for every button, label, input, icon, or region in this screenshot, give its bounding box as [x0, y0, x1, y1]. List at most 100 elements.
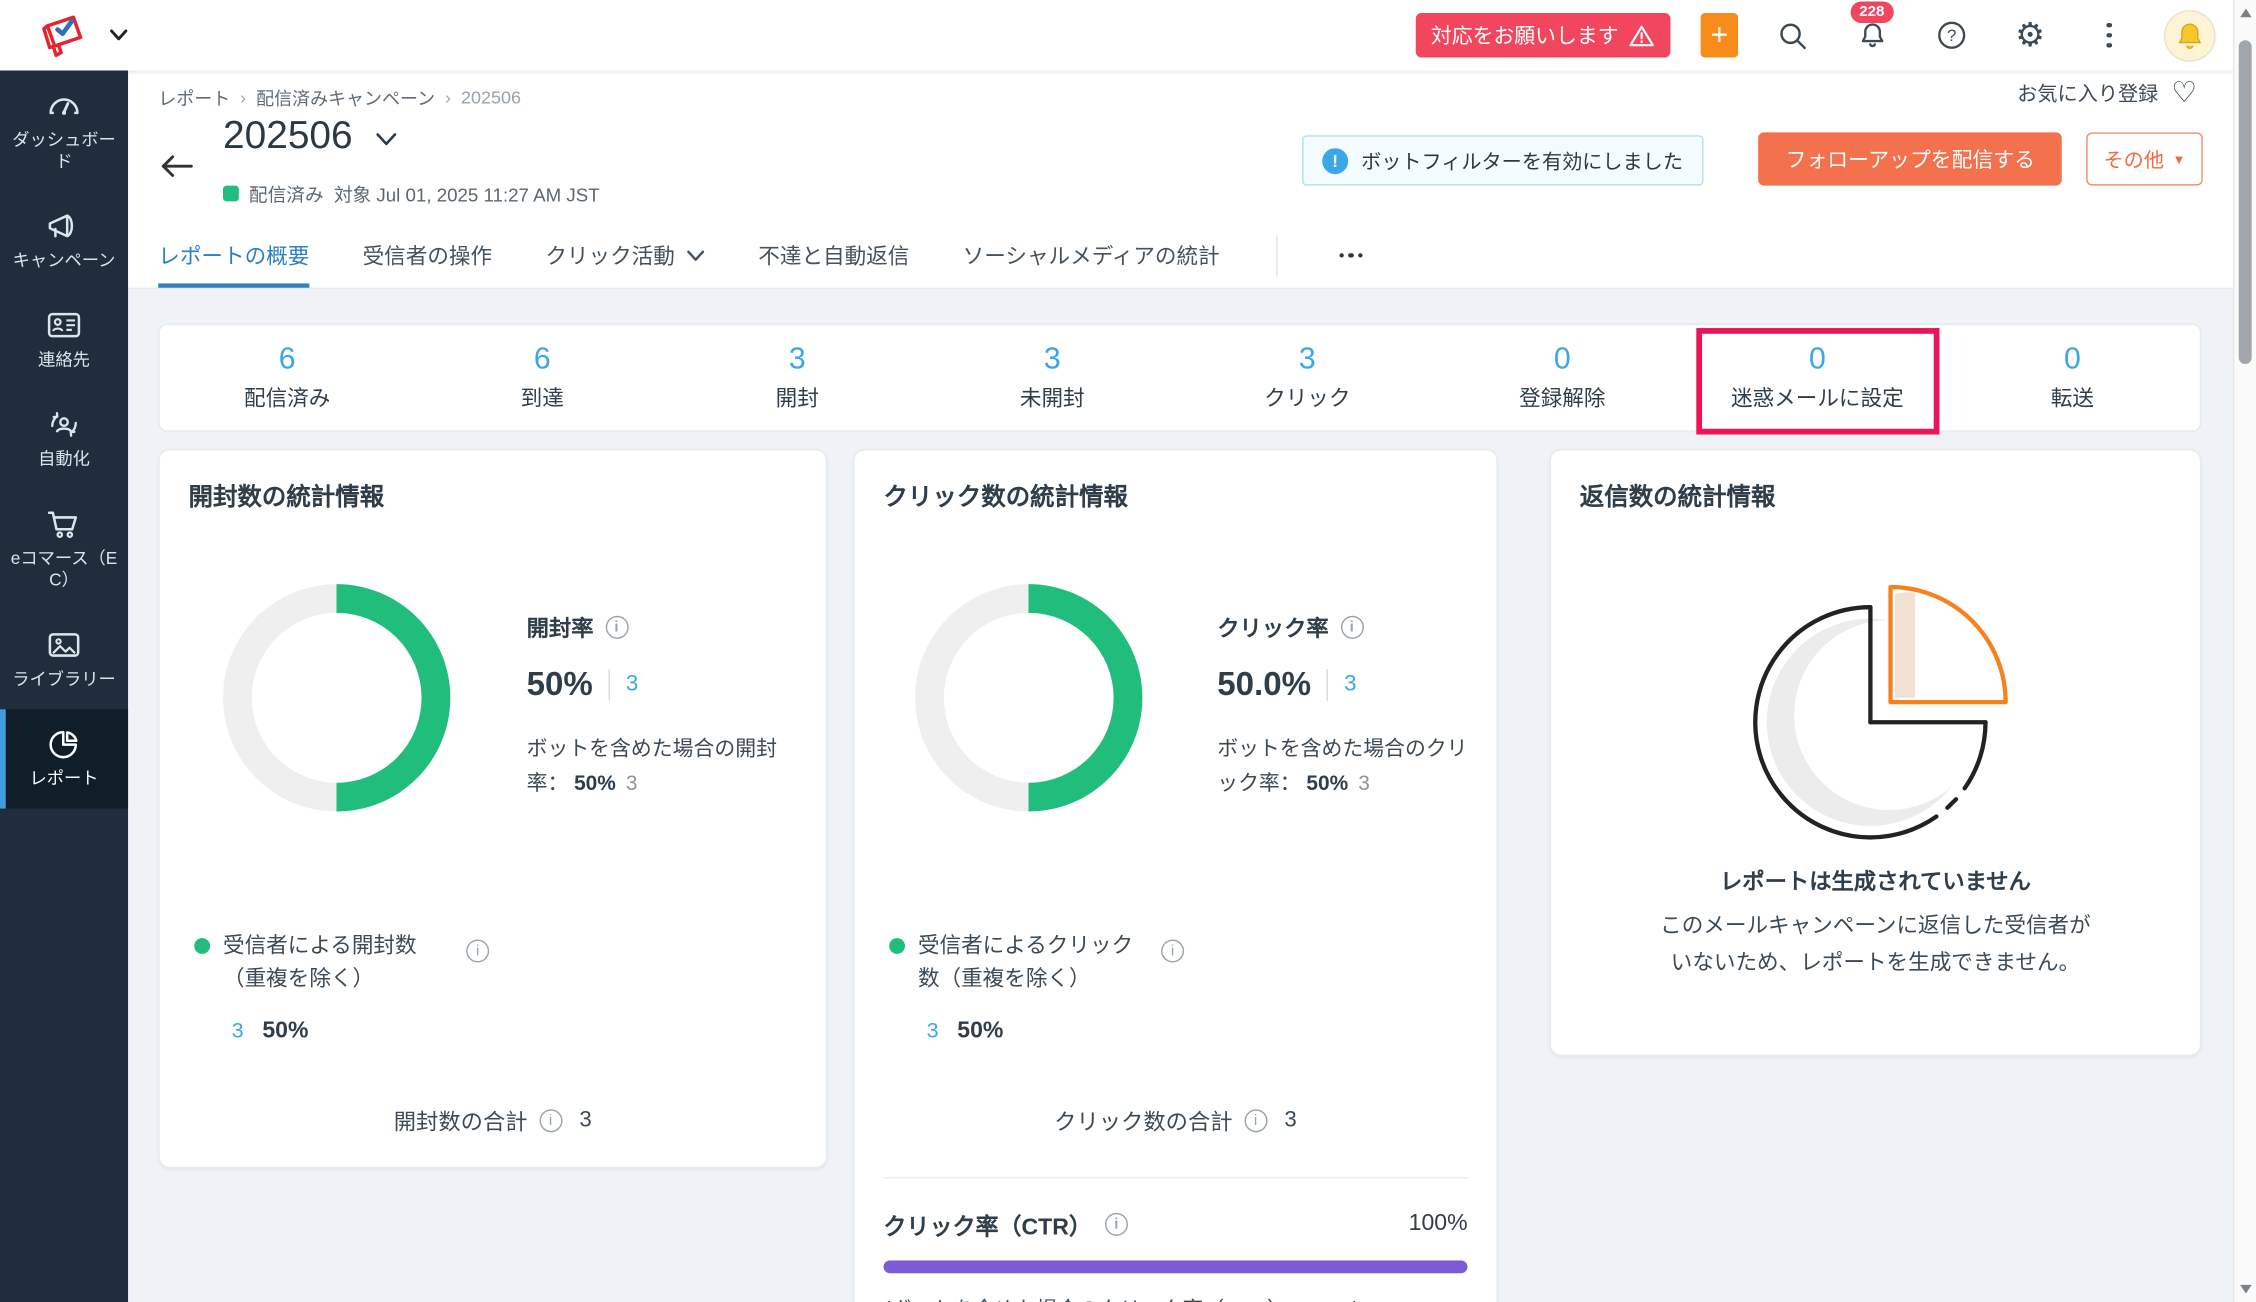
stat-marked-spam[interactable]: 0 迷惑メールに設定 — [1690, 325, 1945, 430]
sidebar-item-campaigns[interactable]: キャンペーン — [0, 191, 128, 290]
info-icon[interactable]: i — [1161, 940, 1184, 963]
sidebar-item-reports[interactable]: レポート — [0, 709, 128, 808]
action-required-label: 対応をお願いします — [1431, 20, 1619, 50]
click-rate-value: 50.0% — [1217, 665, 1311, 704]
opens-legend: 受信者による開封数（重複を除く） — [194, 929, 441, 996]
sidebar-item-contacts[interactable]: 連絡先 — [0, 291, 128, 390]
clicks-legend: 受信者によるクリック数（重複を除く） — [889, 929, 1136, 996]
stat-label: 配信済み — [244, 382, 330, 412]
breadcrumb-separator: › — [445, 87, 451, 107]
total-label: クリック数の合計 — [1054, 1105, 1232, 1137]
tab-bounces-autoreplies[interactable]: 不達と自動返信 — [758, 223, 909, 288]
breadcrumb-separator: › — [240, 87, 246, 107]
ctr-row: クリック率（CTR） i 100% — [883, 1207, 1467, 1242]
contact-card-icon — [45, 308, 84, 343]
shopping-cart-icon — [45, 506, 84, 541]
stat-forwarded[interactable]: 0 転送 — [1945, 325, 2200, 430]
empty-report-pie-illustration — [1734, 568, 2022, 844]
stat-label: 迷惑メールに設定 — [1731, 382, 1904, 412]
legend-label: 受信者によるクリック数（重複を除く） — [918, 929, 1137, 996]
total-label: 開封数の合計 — [394, 1105, 528, 1137]
open-count-link[interactable]: 3 — [626, 671, 638, 697]
stat-value: 0 — [1809, 343, 1826, 378]
stat-value: 0 — [1554, 343, 1571, 378]
status-label: 配信済み — [249, 180, 324, 207]
info-icon[interactable]: i — [466, 940, 489, 963]
user-avatar[interactable] — [2164, 9, 2216, 61]
breadcrumb-sent-campaigns[interactable]: 配信済みキャンペーン — [256, 83, 435, 110]
title-chevron-down-icon[interactable] — [376, 132, 398, 146]
stat-label: 到達 — [521, 382, 564, 412]
favorite-heart-icon[interactable]: ♡ — [2171, 79, 2197, 108]
info-icon[interactable]: i — [539, 1109, 562, 1132]
other-actions-button[interactable]: その他 ▼ — [2086, 132, 2203, 185]
sidebar-item-dashboard[interactable]: ダッシュボード — [0, 71, 128, 192]
svg-text:?: ? — [1946, 26, 1955, 45]
opens-total-row: 開封数の合計 i 3 — [160, 1105, 826, 1137]
more-options-kebab-icon[interactable] — [2085, 11, 2134, 60]
stat-reached[interactable]: 6 到達 — [415, 325, 670, 430]
sidebar-item-ecommerce[interactable]: eコマース（EC） — [0, 489, 128, 610]
tab-click-activity[interactable]: クリック活動 — [545, 223, 705, 288]
back-arrow-icon[interactable] — [160, 154, 195, 178]
sidebar-label: eコマース（EC） — [10, 548, 118, 591]
sidebar-item-automation[interactable]: 自動化 — [0, 390, 128, 489]
pie-chart-icon — [45, 727, 84, 762]
breadcrumb: レポート › 配信済みキャンペーン › 202506 — [158, 83, 521, 110]
brand-logo-icon[interactable] — [32, 10, 101, 62]
tab-report-overview[interactable]: レポートの概要 — [158, 223, 309, 288]
legend-count-link[interactable]: 3 — [927, 1019, 939, 1043]
breadcrumb-reports[interactable]: レポート — [158, 83, 230, 110]
scrollbar-down-arrow-icon[interactable] — [2240, 1285, 2252, 1294]
scrollbar-thumb[interactable] — [2239, 40, 2252, 364]
info-icon[interactable]: i — [605, 616, 628, 639]
scrollbar-up-arrow-icon[interactable] — [2240, 9, 2252, 18]
ctr-value: 100% — [1409, 1211, 1468, 1237]
legend-label: 受信者による開封数（重複を除く） — [223, 929, 442, 996]
tab-social-media-stats[interactable]: ソーシャルメディアの統計 — [963, 223, 1220, 288]
action-required-button[interactable]: 対応をお願いします — [1415, 13, 1670, 58]
sidebar-label: 自動化 — [10, 449, 118, 471]
campaign-name: 202506 — [223, 114, 353, 159]
stat-label: 登録解除 — [1519, 382, 1605, 412]
stat-label: 転送 — [2051, 382, 2094, 412]
info-alert-icon: ! — [1322, 147, 1348, 173]
brand-menu-chevron-down-icon[interactable] — [109, 29, 128, 42]
main-content: レポート › 配信済みキャンペーン › 202506 お気に入り登録 ♡ 202… — [128, 71, 2234, 1302]
status-dot-icon — [223, 186, 239, 202]
info-icon[interactable]: i — [1105, 1213, 1128, 1236]
sidebar-item-library[interactable]: ライブラリー — [0, 610, 128, 709]
stat-unopened[interactable]: 3 未開封 — [925, 325, 1180, 430]
other-actions-label: その他 — [2104, 145, 2164, 174]
section-divider — [883, 1177, 1467, 1178]
stat-clicked[interactable]: 3 クリック — [1180, 325, 1435, 430]
stat-unsubscribed[interactable]: 0 登録解除 — [1435, 325, 1690, 430]
stat-label: 未開封 — [1020, 382, 1085, 412]
ctr-footnote: (ボットを含めた場合のクリック率（CTR）: 100%) — [883, 1293, 1467, 1302]
info-icon[interactable]: i — [1340, 616, 1363, 639]
replies-stats-card: 返信数の統計情報 レポートは生成されていません このメールキャンペーンに返信した… — [1550, 449, 2202, 1056]
create-new-button[interactable]: + — [1701, 13, 1738, 58]
info-icon[interactable]: i — [1244, 1109, 1267, 1132]
settings-gear-icon[interactable]: ⚙ — [2006, 11, 2055, 60]
click-count-link[interactable]: 3 — [1344, 671, 1356, 697]
opens-legend-values: 3 50% — [232, 1019, 309, 1045]
stat-delivered[interactable]: 6 配信済み — [160, 325, 415, 430]
send-followup-button[interactable]: フォローアップを配信する — [1758, 132, 2062, 185]
open-rate-value: 50% — [527, 665, 593, 704]
notifications-bell-icon[interactable]: 228 — [1847, 11, 1896, 60]
opens-donut-chart — [223, 584, 450, 811]
tabs-divider — [1276, 235, 1277, 275]
page-title: 202506 — [223, 114, 397, 159]
stat-value: 6 — [534, 343, 551, 378]
search-icon[interactable] — [1768, 11, 1817, 60]
tabs-overflow-icon[interactable] — [1330, 247, 1371, 264]
help-icon[interactable]: ? — [1927, 11, 1976, 60]
stat-opened[interactable]: 3 開封 — [670, 325, 925, 430]
tab-recipient-actions[interactable]: 受信者の操作 — [363, 223, 493, 288]
legend-count-link[interactable]: 3 — [232, 1019, 244, 1043]
clicks-donut-chart — [915, 584, 1142, 811]
card-title: 開封数の統計情報 — [188, 476, 384, 512]
notification-count-badge: 228 — [1851, 1, 1893, 23]
automation-icon — [45, 407, 84, 442]
